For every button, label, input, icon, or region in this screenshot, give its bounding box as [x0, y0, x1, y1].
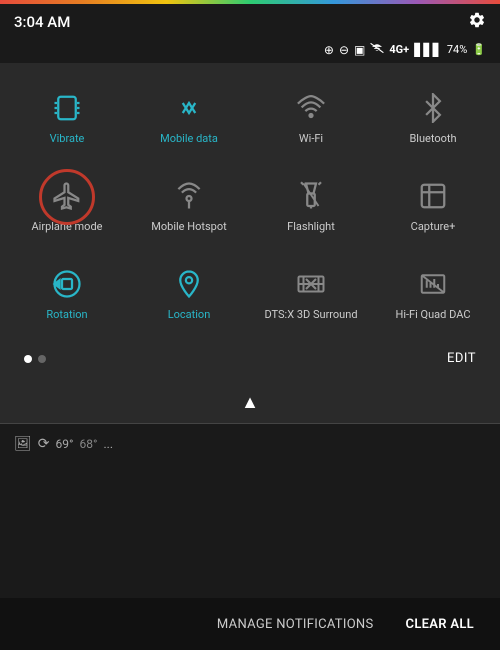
page-dots — [24, 355, 46, 363]
qs-tile-rotation[interactable]: Rotation — [10, 253, 124, 333]
manage-notifications-button[interactable]: MANAGE NOTIFICATIONS — [201, 607, 390, 642]
status-time: 3:04 AM — [14, 13, 70, 31]
gear-icon[interactable] — [468, 11, 486, 33]
bottom-bar: MANAGE NOTIFICATIONS CLEAR ALL — [0, 598, 500, 650]
rotation-icon — [49, 266, 85, 302]
location-icon — [171, 266, 207, 302]
qs-grid: Vibrate Mobile data Wi‑Fi — [10, 77, 490, 333]
rotation-label: Rotation — [46, 308, 87, 321]
sync-icon: ⟳ — [38, 436, 50, 452]
hotspot-icon — [171, 178, 207, 214]
quick-settings-panel: Vibrate Mobile data Wi‑Fi — [0, 63, 500, 386]
location-label: Location — [168, 308, 211, 321]
page-dot-2[interactable] — [38, 355, 46, 363]
mobile-data-icon — [171, 90, 207, 126]
notification-icons: 🖼 ⟳ 69° 68° ... — [14, 436, 113, 452]
do-not-disturb-icon: ⊖ — [339, 43, 349, 57]
dts-label: DTS:X 3D Surround — [264, 308, 357, 321]
wifi-status-icon — [370, 42, 384, 57]
qs-tile-airplane[interactable]: Airplane mode — [10, 165, 124, 245]
hotspot-label: Mobile Hotspot — [151, 220, 226, 233]
wifi-label: Wi‑Fi — [299, 132, 323, 145]
qs-tile-mobile-data[interactable]: Mobile data — [132, 77, 246, 157]
dts-icon — [293, 266, 329, 302]
temp-high: 69° — [56, 437, 74, 451]
status-bar: 3:04 AM — [0, 4, 500, 40]
flashlight-icon — [293, 178, 329, 214]
airplane-icon — [49, 178, 85, 214]
bluetooth-icon — [415, 90, 451, 126]
qs-tile-hifi[interactable]: Hi-Fi Quad DAC — [376, 253, 490, 333]
battery-saver-icon: ▣ — [354, 43, 365, 57]
capture-label: Capture+ — [411, 220, 456, 233]
gallery-icon: 🖼 — [14, 436, 32, 452]
capture-icon — [415, 178, 451, 214]
more-dots: ... — [103, 437, 113, 451]
qs-tile-bluetooth[interactable]: Bluetooth — [376, 77, 490, 157]
vibrate-label: Vibrate — [50, 132, 85, 145]
battery-percent: 74% — [447, 43, 467, 56]
page-indicators-row: EDIT — [10, 341, 490, 376]
mobile-data-label: Mobile data — [160, 132, 218, 145]
network-type: 4G+ — [389, 43, 409, 56]
edit-button[interactable]: EDIT — [447, 351, 476, 366]
qs-tile-dts[interactable]: DTS:X 3D Surround — [254, 253, 368, 333]
notification-bar: 🖼 ⟳ 69° 68° ... — [0, 424, 500, 464]
qs-tile-wifi[interactable]: Wi‑Fi — [254, 77, 368, 157]
qs-tile-hotspot[interactable]: Mobile Hotspot — [132, 165, 246, 245]
airplane-label: Airplane mode — [31, 220, 102, 233]
page-dot-1[interactable] — [24, 355, 32, 363]
signal-bars: ▋▋▋ — [414, 43, 442, 57]
collapse-bar: ▲ — [0, 386, 500, 423]
hifi-label: Hi-Fi Quad DAC — [396, 308, 471, 321]
bluetooth-label: Bluetooth — [409, 132, 456, 145]
qs-tile-capture[interactable]: Capture+ — [376, 165, 490, 245]
qs-tile-vibrate[interactable]: Vibrate — [10, 77, 124, 157]
temp-low: 68° — [80, 437, 98, 451]
clear-all-button[interactable]: CLEAR ALL — [390, 607, 490, 642]
qs-tile-flashlight[interactable]: Flashlight — [254, 165, 368, 245]
vibrate-icon — [49, 90, 85, 126]
collapse-chevron[interactable]: ▲ — [241, 392, 259, 413]
brightness-icon: ⊕ — [324, 43, 334, 57]
hifi-icon — [415, 266, 451, 302]
qs-tile-location[interactable]: Location — [132, 253, 246, 333]
flashlight-label: Flashlight — [287, 220, 335, 233]
battery-icon: 🔋 — [472, 43, 486, 56]
wifi-icon — [293, 90, 329, 126]
indicator-row: ⊕ ⊖ ▣ 4G+ ▋▋▋ 74% 🔋 — [0, 40, 500, 63]
